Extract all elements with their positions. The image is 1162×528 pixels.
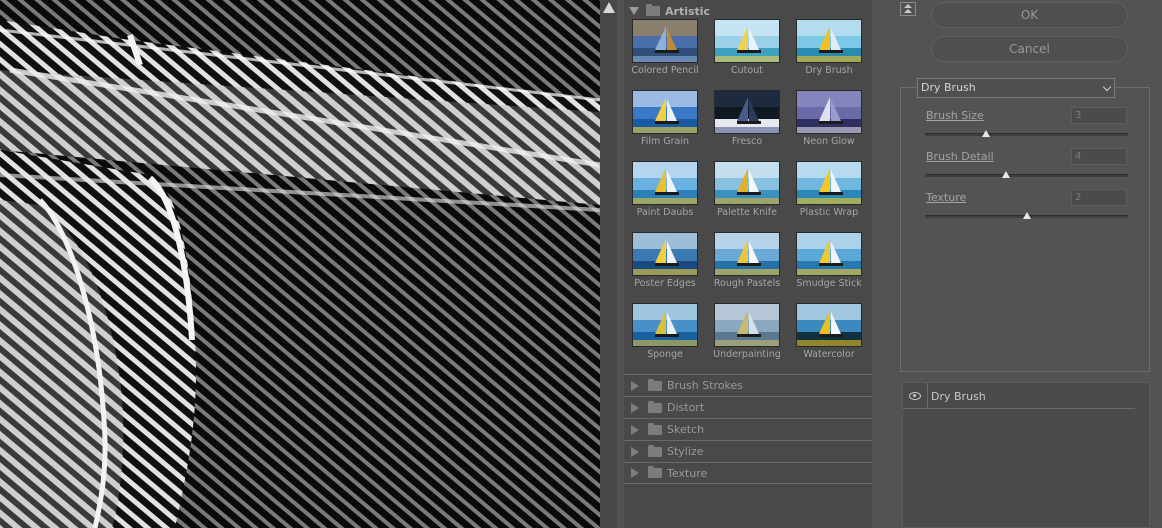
thumbnail-label: Neon Glow (803, 136, 855, 147)
thumbnail-label: Fresco (731, 136, 763, 147)
cancel-button[interactable]: Cancel (931, 36, 1128, 62)
category-sketch[interactable]: Sketch (624, 418, 872, 440)
collapse-gallery-icon[interactable] (900, 2, 916, 16)
fresco-thumbnail (714, 90, 780, 134)
ok-button[interactable]: OK (931, 2, 1128, 28)
filter-thumbnail[interactable]: Palette Knife (714, 161, 780, 221)
category-texture[interactable]: Texture (624, 462, 872, 484)
brush-size-label: Brush Size (926, 109, 984, 122)
chevron-right-icon (631, 424, 639, 435)
category-distort[interactable]: Distort (624, 396, 872, 418)
plastic-wrap-thumbnail (796, 161, 862, 205)
collapsed-categories: Brush Strokes Distort Sketch Stylize Tex… (624, 374, 872, 484)
colored-pencil-thumbnail (632, 19, 698, 63)
brush-size-input[interactable]: 3 (1071, 107, 1127, 124)
filter-thumbnail[interactable]: Neon Glow (796, 90, 862, 150)
thumbnail-label: Poster Edges (634, 278, 696, 289)
filter-thumbnail[interactable]: Smudge Stick (796, 232, 862, 292)
poster-edges-thumbnail (632, 232, 698, 276)
thumbnail-label: Plastic Wrap (799, 207, 859, 218)
filter-thumbnail[interactable]: Underpainting (713, 303, 781, 363)
filter-thumbnail[interactable]: Fresco (714, 90, 780, 150)
paint-daubs-thumbnail (632, 161, 698, 205)
brush-size-slider[interactable] (925, 130, 1128, 137)
filter-options-box (900, 87, 1150, 372)
brush-detail-slider[interactable] (925, 171, 1128, 178)
filter-thumbnail[interactable]: Sponge (632, 303, 698, 363)
slider-thumb[interactable] (1022, 212, 1031, 219)
category-stylize[interactable]: Stylize (624, 440, 872, 462)
brush-detail-input[interactable]: 4 (1071, 148, 1127, 165)
folder-icon (648, 444, 662, 457)
folder-icon (648, 378, 662, 391)
brush-detail-label: Brush Detail (926, 150, 994, 163)
filter-thumbnail[interactable]: Colored Pencil (631, 19, 699, 79)
filter-select[interactable]: Dry Brush (917, 78, 1115, 98)
slider-thumb[interactable] (981, 130, 990, 137)
texture-slider[interactable] (925, 212, 1128, 219)
dry-brush-thumbnail (796, 19, 862, 63)
chevron-right-icon (631, 402, 639, 413)
filter-thumbnail[interactable]: Paint Daubs (632, 161, 698, 221)
chevron-down-icon (1102, 82, 1112, 92)
underpainting-thumbnail (714, 303, 780, 347)
thumbnail-label: Cutout (731, 65, 763, 76)
chevron-right-icon (631, 446, 639, 457)
filter-thumbnail[interactable]: Dry Brush (796, 19, 862, 79)
filter-gallery-panel: Artistic Colored Pencil Cutout Dry Brush Fi… (624, 0, 872, 528)
filter-thumbnail[interactable]: Cutout (714, 19, 780, 79)
divider (927, 383, 928, 409)
rough-pastels-thumbnail (714, 232, 780, 276)
folder-icon (648, 400, 662, 413)
thumbnail-label: Palette Knife (716, 207, 777, 218)
chevron-down-icon (629, 7, 639, 15)
folder-icon (646, 4, 660, 16)
effect-layer-name: Dry Brush (931, 390, 986, 403)
thumbnail-label: Dry Brush (805, 65, 853, 76)
category-label: Artistic (665, 4, 711, 18)
filter-settings-panel: OK Cancel Dry Brush Brush Size 3 Brush D… (888, 0, 1162, 528)
eye-icon[interactable] (909, 392, 921, 400)
filter-thumbnail[interactable]: Film Grain (632, 90, 698, 150)
folder-icon (648, 466, 662, 478)
thumbnail-label: Underpainting (713, 349, 781, 360)
cutout-thumbnail (714, 19, 780, 63)
filter-select-value: Dry Brush (921, 81, 976, 94)
category-label: Sketch (667, 423, 705, 436)
sponge-thumbnail (632, 303, 698, 347)
filter-thumbnail[interactable]: Watercolor (796, 303, 862, 363)
category-label: Distort (667, 401, 705, 414)
filter-preview-canvas[interactable] (0, 0, 600, 528)
thumbnail-label: Watercolor (803, 349, 855, 360)
chevron-right-icon (631, 380, 639, 391)
thumbnail-label: Sponge (647, 349, 683, 360)
chevron-right-icon (631, 468, 639, 478)
thumbnail-label: Rough Pastels (713, 278, 781, 289)
category-label: Stylize (667, 445, 704, 458)
thumbnail-label: Smudge Stick (796, 278, 862, 289)
effect-layers-panel: Dry Brush (902, 382, 1150, 528)
category-label: Texture (667, 466, 708, 480)
filter-thumbnail[interactable]: Poster Edges (632, 232, 698, 292)
preview-scrollbar[interactable] (600, 0, 617, 528)
category-brush-strokes[interactable]: Brush Strokes (624, 374, 872, 396)
neon-glow-thumbnail (796, 90, 862, 134)
effect-layer-row[interactable]: Dry Brush (903, 383, 1135, 409)
folder-icon (648, 422, 662, 435)
category-label: Brush Strokes (667, 379, 744, 392)
thumbnail-label: Paint Daubs (636, 207, 694, 218)
scroll-up-arrow-icon[interactable] (603, 2, 615, 13)
smudge-stick-thumbnail (796, 232, 862, 276)
filter-thumbnail[interactable]: Rough Pastels (714, 232, 780, 292)
texture-label: Texture (926, 191, 967, 204)
preview-image (0, 0, 600, 528)
palette-knife-thumbnail (714, 161, 780, 205)
thumbnail-label: Film Grain (640, 136, 690, 147)
watercolor-thumbnail (796, 303, 862, 347)
texture-input[interactable]: 2 (1071, 189, 1127, 206)
slider-thumb[interactable] (1002, 171, 1011, 178)
filter-thumbnail[interactable]: Plastic Wrap (796, 161, 862, 221)
film-grain-thumbnail (632, 90, 698, 134)
thumbnail-label: Colored Pencil (631, 65, 699, 76)
